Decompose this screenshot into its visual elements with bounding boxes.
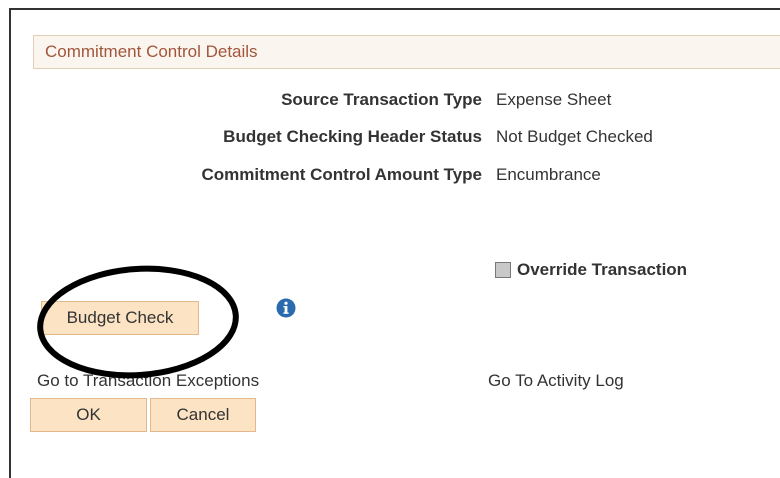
cancel-button[interactable]: Cancel xyxy=(150,398,256,432)
budget-check-button[interactable]: Budget Check xyxy=(41,301,199,335)
field-label: Budget Checking Header Status xyxy=(223,127,482,146)
section-title: Commitment Control Details xyxy=(45,42,258,61)
field-value: Encumbrance xyxy=(496,165,601,184)
field-value: Expense Sheet xyxy=(496,90,612,109)
field-label: Commitment Control Amount Type xyxy=(201,165,482,184)
go-to-transaction-exceptions-link[interactable]: Go to Transaction Exceptions xyxy=(37,371,259,391)
info-icon[interactable] xyxy=(276,298,296,318)
ok-button[interactable]: OK xyxy=(30,398,147,432)
field-value: Not Budget Checked xyxy=(496,127,653,146)
field-row-budget-checking-status: Budget Checking Header Status Not Budget… xyxy=(0,125,780,149)
field-label: Source Transaction Type xyxy=(281,90,482,109)
field-row-amount-type: Commitment Control Amount Type Encumbran… xyxy=(0,163,780,187)
override-transaction-control[interactable]: Override Transaction xyxy=(495,259,687,281)
field-row-source-transaction-type: Source Transaction Type Expense Sheet xyxy=(0,88,780,112)
section-header-commitment-control: Commitment Control Details xyxy=(33,35,780,69)
override-transaction-checkbox[interactable] xyxy=(495,262,511,278)
go-to-activity-log-link[interactable]: Go To Activity Log xyxy=(488,371,624,391)
override-transaction-label: Override Transaction xyxy=(517,260,688,279)
